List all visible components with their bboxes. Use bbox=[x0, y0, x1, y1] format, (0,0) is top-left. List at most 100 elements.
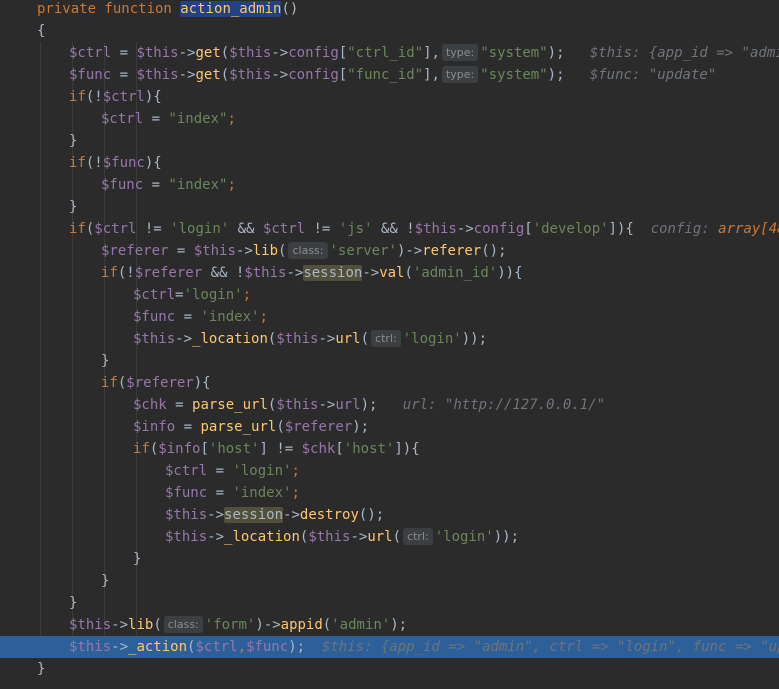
code-line[interactable]: $this->_location($this->url(ctrl:'login'… bbox=[0, 328, 779, 350]
code-token: $info bbox=[133, 419, 176, 435]
code-token: $ctrl bbox=[69, 45, 112, 61]
code-token: [ bbox=[335, 441, 344, 457]
code-line[interactable]: } bbox=[0, 350, 779, 372]
code-token: destroy bbox=[299, 507, 359, 523]
parameter-hint: class: bbox=[163, 616, 203, 633]
code-line-execution-point[interactable]: $this->_action($ctrl,$func); $this: {app… bbox=[0, 636, 779, 658]
code-line[interactable]: private function action_admin() bbox=[0, 0, 779, 20]
code-token: } bbox=[133, 551, 142, 567]
code-line[interactable]: $func = $this->get($this->config["func_i… bbox=[0, 64, 779, 86]
code-line[interactable]: $ctrl='login'; bbox=[0, 284, 779, 306]
code-token: $this bbox=[308, 529, 351, 545]
code-token: )); bbox=[461, 331, 488, 347]
code-token: 'login' bbox=[183, 287, 243, 303]
code-token: ); bbox=[547, 45, 565, 61]
code-line[interactable]: if(!$func){ bbox=[0, 152, 779, 174]
code-token: ; bbox=[227, 177, 236, 193]
code-line[interactable]: $func = 'index'; bbox=[0, 482, 779, 504]
code-token: get bbox=[195, 45, 221, 61]
code-token: [ bbox=[524, 221, 533, 237]
code-token: 'admin' bbox=[331, 617, 391, 633]
code-line[interactable]: $this->_location($this->url(ctrl:'login'… bbox=[0, 526, 779, 548]
code-token: ], bbox=[423, 67, 440, 83]
code-line[interactable]: } bbox=[0, 570, 779, 592]
code-line[interactable]: } bbox=[0, 196, 779, 218]
code-line[interactable]: $referer = $this->lib(class:'server')->r… bbox=[0, 240, 779, 262]
code-line[interactable]: $this->session->destroy(); bbox=[0, 504, 779, 526]
code-token: ( bbox=[392, 529, 402, 545]
code-token: != bbox=[136, 221, 171, 237]
code-line[interactable]: if(!$ctrl){ bbox=[0, 86, 779, 108]
code-line[interactable]: } bbox=[0, 592, 779, 614]
code-token: ){ bbox=[144, 89, 162, 105]
code-token: -> bbox=[111, 617, 129, 633]
parameter-hint: ctrl: bbox=[403, 528, 433, 545]
code-line[interactable]: if(!$referer && !$this->session->val('ad… bbox=[0, 262, 779, 284]
code-token: ); bbox=[352, 419, 370, 435]
code-line[interactable]: } bbox=[0, 130, 779, 152]
code-line[interactable]: $ctrl = 'login'; bbox=[0, 460, 779, 482]
code-line[interactable]: $this->lib(class:'form')->appid('admin')… bbox=[0, 614, 779, 636]
code-text: private function action_admin() bbox=[37, 0, 298, 20]
code-line[interactable]: { bbox=[0, 20, 779, 42]
code-token: 'login' bbox=[402, 331, 462, 347]
code-token: get bbox=[195, 67, 221, 83]
code-line[interactable]: $func = 'index'; bbox=[0, 306, 779, 328]
code-token: = bbox=[175, 419, 201, 435]
code-token: $this bbox=[276, 397, 319, 413]
code-token: if bbox=[101, 375, 118, 391]
code-token: "func_id" bbox=[347, 67, 424, 83]
code-line[interactable]: if($info['host'] != $chk['host']){ bbox=[0, 438, 779, 460]
code-text: $info = parse_url($referer); bbox=[133, 416, 369, 438]
code-token: $ctrl bbox=[262, 221, 306, 237]
code-token: [ bbox=[338, 67, 348, 83]
code-token: $this bbox=[133, 331, 176, 347]
inline-debug-value: array[48] bbox=[718, 221, 779, 237]
code-editor[interactable]: private function action_admin(){ $ctrl = … bbox=[0, 0, 779, 689]
code-line[interactable]: if($ctrl != 'login' && $ctrl != 'js' && … bbox=[0, 218, 779, 240]
code-text: $this->lib(class:'form')->appid('admin')… bbox=[69, 614, 407, 636]
code-token: 'login' bbox=[232, 463, 292, 479]
code-token: (! bbox=[117, 265, 135, 281]
code-token: )){ bbox=[497, 265, 523, 281]
code-text: if($ctrl != 'login' && $ctrl != 'js' && … bbox=[69, 218, 779, 240]
code-token: ( bbox=[360, 331, 370, 347]
code-token: ]){ bbox=[608, 221, 634, 237]
code-token: } bbox=[101, 353, 110, 369]
code-token: "index" bbox=[168, 177, 228, 193]
code-token: ; bbox=[242, 287, 252, 303]
code-text: } bbox=[69, 130, 77, 152]
code-text: $referer = $this->lib(class:'server')->r… bbox=[101, 240, 507, 262]
parameter-hint: type: bbox=[441, 44, 479, 61]
code-token: $func bbox=[165, 485, 208, 501]
highlighted-usage: session bbox=[303, 265, 363, 281]
code-text: { bbox=[37, 20, 45, 42]
code-token: -> bbox=[362, 265, 380, 281]
code-token: 'login' bbox=[434, 529, 494, 545]
code-line[interactable]: } bbox=[0, 548, 779, 570]
code-token: ; bbox=[259, 309, 268, 325]
code-line[interactable]: $info = parse_url($referer); bbox=[0, 416, 779, 438]
code-token: url bbox=[335, 397, 361, 413]
code-token: -> bbox=[271, 45, 289, 61]
code-text: } bbox=[101, 570, 109, 592]
code-token: = bbox=[168, 243, 194, 259]
code-line[interactable]: if($referer){ bbox=[0, 372, 779, 394]
code-text: $chk = parse_url($this->url); url: "http… bbox=[133, 394, 605, 416]
code-token: _location bbox=[192, 331, 268, 347]
code-line[interactable]: $ctrl = $this->get($this->config["ctrl_i… bbox=[0, 42, 779, 64]
code-line[interactable]: } bbox=[0, 658, 779, 680]
code-token: "index" bbox=[168, 111, 228, 127]
code-token: $referer bbox=[284, 419, 353, 435]
code-token: if bbox=[69, 155, 86, 171]
code-token: $this bbox=[69, 639, 112, 655]
code-token: 'form' bbox=[204, 617, 256, 633]
code-token: $func bbox=[246, 639, 289, 655]
code-text: } bbox=[69, 196, 77, 218]
inline-debug-value: $this: {app_id => "admin", ctrl => "logi… bbox=[305, 639, 779, 655]
code-line[interactable]: $ctrl = "index"; bbox=[0, 108, 779, 130]
code-token: if bbox=[69, 89, 86, 105]
code-token: url bbox=[367, 529, 393, 545]
code-line[interactable]: $func = "index"; bbox=[0, 174, 779, 196]
code-line[interactable]: $chk = parse_url($this->url); url: "http… bbox=[0, 394, 779, 416]
